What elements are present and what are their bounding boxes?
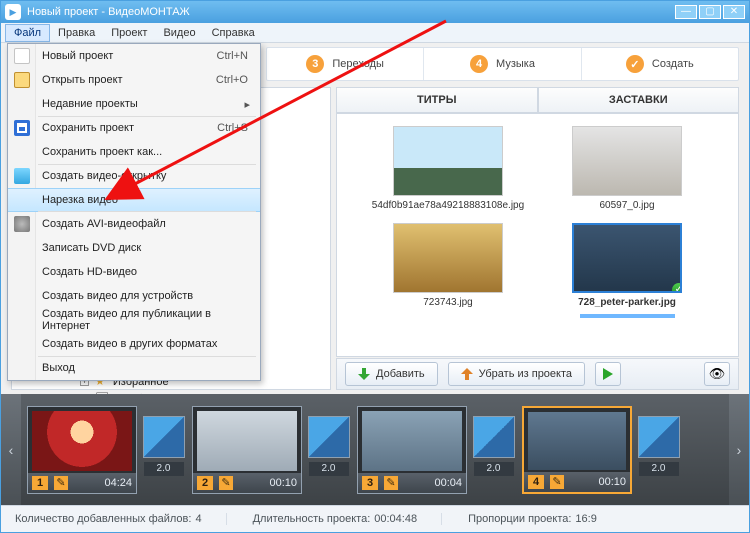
window-title: Новый проект - ВидеоМОНТАЖ	[27, 6, 675, 18]
timeline-clip[interactable]: 200:10	[192, 406, 302, 494]
status-aspect: Пропорции проекта:16:9	[468, 513, 621, 525]
minimize-button[interactable]: —	[675, 5, 697, 19]
menu-create-avi[interactable]: Создать AVI-видеофайл	[8, 212, 260, 236]
edit-icon[interactable]	[219, 476, 233, 490]
app-window: Новый проект - ВидеоМОНТАЖ — ▢ ✕ Файл Пр…	[0, 0, 750, 533]
gallery-tabs: ТИТРЫ ЗАСТАВКИ	[336, 87, 739, 113]
timeline: ‹ › 104:24 2.0 200:10 2.0 300:04 2.0	[1, 394, 749, 505]
thumbnail-selection-bar	[580, 314, 675, 318]
timeline-prev[interactable]: ‹	[1, 394, 21, 505]
menu-help[interactable]: Справка	[204, 25, 263, 41]
transition-slot[interactable]: 2.0	[471, 416, 516, 484]
timeline-clip[interactable]: 104:24	[27, 406, 137, 494]
add-icon	[358, 368, 370, 380]
thumbnail-item[interactable]: 723743.jpg	[371, 223, 526, 318]
thumbnail-item[interactable]: 54df0b91ae78a49218883108e.jpg	[371, 126, 526, 211]
menu-other-formats[interactable]: Создать видео в других форматах	[8, 332, 260, 356]
menu-save-project[interactable]: Сохранить проектCtrl+S	[8, 116, 260, 140]
menu-project[interactable]: Проект	[103, 25, 155, 41]
menu-video-cut[interactable]: Нарезка видео	[8, 188, 260, 212]
thumbnail-grid: 54df0b91ae78a49218883108e.jpg 60597_0.jp…	[336, 113, 739, 357]
transition-slot[interactable]: 2.0	[636, 416, 681, 484]
status-file-count: Количество добавленных файлов:4	[15, 513, 227, 525]
thumbnail-caption: 54df0b91ae78a49218883108e.jpg	[372, 200, 524, 211]
file-menu-dropdown: Новый проектCtrl+N Открыть проектCtrl+O …	[7, 43, 261, 381]
step-music[interactable]: 4Музыка	[424, 48, 581, 80]
maximize-button[interactable]: ▢	[699, 5, 721, 19]
tab-screensavers[interactable]: ЗАСТАВКИ	[538, 87, 740, 113]
menu-create-postcard[interactable]: Создать видео-открытку	[8, 164, 260, 188]
thumbnail-item[interactable]: 60597_0.jpg	[550, 126, 705, 211]
transition-slot[interactable]: 2.0	[141, 416, 186, 484]
timeline-next[interactable]: ›	[729, 394, 749, 505]
menu-bar: Файл Правка Проект Видео Справка	[1, 23, 749, 43]
menu-save-as[interactable]: Сохранить проект как...	[8, 140, 260, 164]
thumbnail-caption: 60597_0.jpg	[599, 200, 654, 211]
menu-create-hd[interactable]: Создать HD-видео	[8, 260, 260, 284]
play-button[interactable]	[595, 362, 621, 386]
menu-video[interactable]: Видео	[155, 25, 203, 41]
menu-recent-projects[interactable]: Недавние проекты▸	[8, 92, 260, 116]
thumbnail-caption: 723743.jpg	[423, 297, 473, 308]
preview-button[interactable]	[704, 362, 730, 386]
remove-icon	[461, 368, 473, 380]
menu-file[interactable]: Файл	[5, 24, 50, 42]
edit-icon[interactable]	[550, 475, 564, 489]
timeline-clip[interactable]: 300:04	[357, 406, 467, 494]
menu-edit[interactable]: Правка	[50, 25, 103, 41]
thumbnail-caption: 728_peter-parker.jpg	[578, 297, 676, 308]
step-transitions[interactable]: 3Переходы	[267, 48, 424, 80]
timeline-clip-selected[interactable]: 400:10	[522, 406, 632, 494]
menu-burn-dvd[interactable]: Записать DVD диск	[8, 236, 260, 260]
edit-icon[interactable]	[54, 476, 68, 490]
thumbnail-item-selected[interactable]: 728_peter-parker.jpg	[550, 223, 705, 318]
tab-titles[interactable]: ТИТРЫ	[336, 87, 538, 113]
steps-toolbar: 3Переходы 4Музыка Создать	[266, 47, 739, 81]
menu-exit[interactable]: Выход	[8, 356, 260, 380]
menu-internet[interactable]: Создать видео для публикации в Интернет	[8, 308, 260, 332]
app-icon	[5, 4, 21, 20]
status-duration: Длительность проекта:00:04:48	[253, 513, 443, 525]
gallery-controls: Добавить Убрать из проекта	[336, 358, 739, 390]
status-bar: Количество добавленных файлов:4 Длительн…	[1, 505, 749, 532]
close-button[interactable]: ✕	[723, 5, 745, 19]
check-icon	[626, 55, 644, 73]
remove-button[interactable]: Убрать из проекта	[448, 362, 585, 386]
title-bar: Новый проект - ВидеоМОНТАЖ — ▢ ✕	[1, 1, 749, 23]
edit-icon[interactable]	[384, 476, 398, 490]
step-create[interactable]: Создать	[582, 48, 738, 80]
menu-open-project[interactable]: Открыть проектCtrl+O	[8, 68, 260, 92]
transition-slot[interactable]: 2.0	[306, 416, 351, 484]
menu-new-project[interactable]: Новый проектCtrl+N	[8, 44, 260, 68]
add-button[interactable]: Добавить	[345, 362, 438, 386]
menu-devices[interactable]: Создать видео для устройств	[8, 284, 260, 308]
